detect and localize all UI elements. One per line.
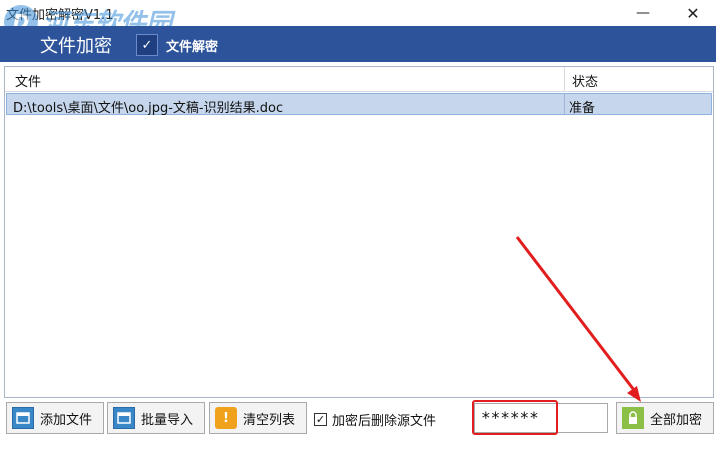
delete-source-label: 加密后删除源文件 bbox=[332, 414, 437, 429]
batch-import-label: 批量导入 bbox=[141, 412, 194, 428]
lock-icon bbox=[622, 407, 644, 429]
column-divider[interactable] bbox=[564, 67, 565, 91]
add-file-icon bbox=[12, 407, 34, 429]
window-title: 文件加密解密V1.1 bbox=[6, 8, 114, 23]
tab-decrypt-label: 文件解密 bbox=[166, 39, 219, 55]
tab-encrypt[interactable]: 文件加密 bbox=[40, 32, 112, 58]
close-button[interactable]: ✕ bbox=[670, 0, 716, 26]
title-bar: 文件加密解密V1.1 — ✕ bbox=[0, 0, 716, 26]
folder-icon bbox=[113, 407, 135, 429]
row-file-path: D:\tools\桌面\文件\oo.jpg-文稿-识别结果.doc bbox=[13, 101, 284, 116]
check-icon: ✓ bbox=[136, 34, 158, 56]
tab-decrypt[interactable]: ✓ 文件解密 bbox=[136, 34, 218, 56]
password-input[interactable]: ****** bbox=[474, 403, 608, 433]
delete-source-checkbox[interactable]: ✓ bbox=[314, 413, 327, 426]
clear-list-label: 清空列表 bbox=[243, 412, 296, 428]
minimize-button[interactable]: — bbox=[620, 0, 666, 26]
list-header: 文件 状态 bbox=[5, 67, 713, 92]
warning-shield-icon: ! bbox=[215, 407, 237, 429]
encrypt-all-label: 全部加密 bbox=[650, 412, 703, 428]
add-files-label: 添加文件 bbox=[40, 412, 93, 428]
clear-list-button[interactable]: ! 清空列表 bbox=[209, 402, 307, 434]
add-files-button[interactable]: 添加文件 bbox=[6, 402, 104, 434]
column-header-file[interactable]: 文件 bbox=[15, 71, 41, 90]
table-row[interactable]: D:\tools\桌面\文件\oo.jpg-文稿-识别结果.doc 准备 bbox=[6, 93, 712, 116]
encrypt-all-button[interactable]: 全部加密 bbox=[616, 402, 714, 434]
delete-source-option[interactable]: ✓ 加密后删除源文件 bbox=[314, 410, 436, 429]
column-header-status[interactable]: 状态 bbox=[572, 71, 598, 90]
row-divider bbox=[564, 94, 565, 114]
file-list[interactable]: 文件 状态 D:\tools\桌面\文件\oo.jpg-文稿-识别结果.doc … bbox=[4, 66, 714, 398]
batch-import-button[interactable]: 批量导入 bbox=[107, 402, 205, 434]
mode-header: 文件加密 ✓ 文件解密 bbox=[0, 26, 716, 62]
row-status: 准备 bbox=[569, 101, 596, 116]
